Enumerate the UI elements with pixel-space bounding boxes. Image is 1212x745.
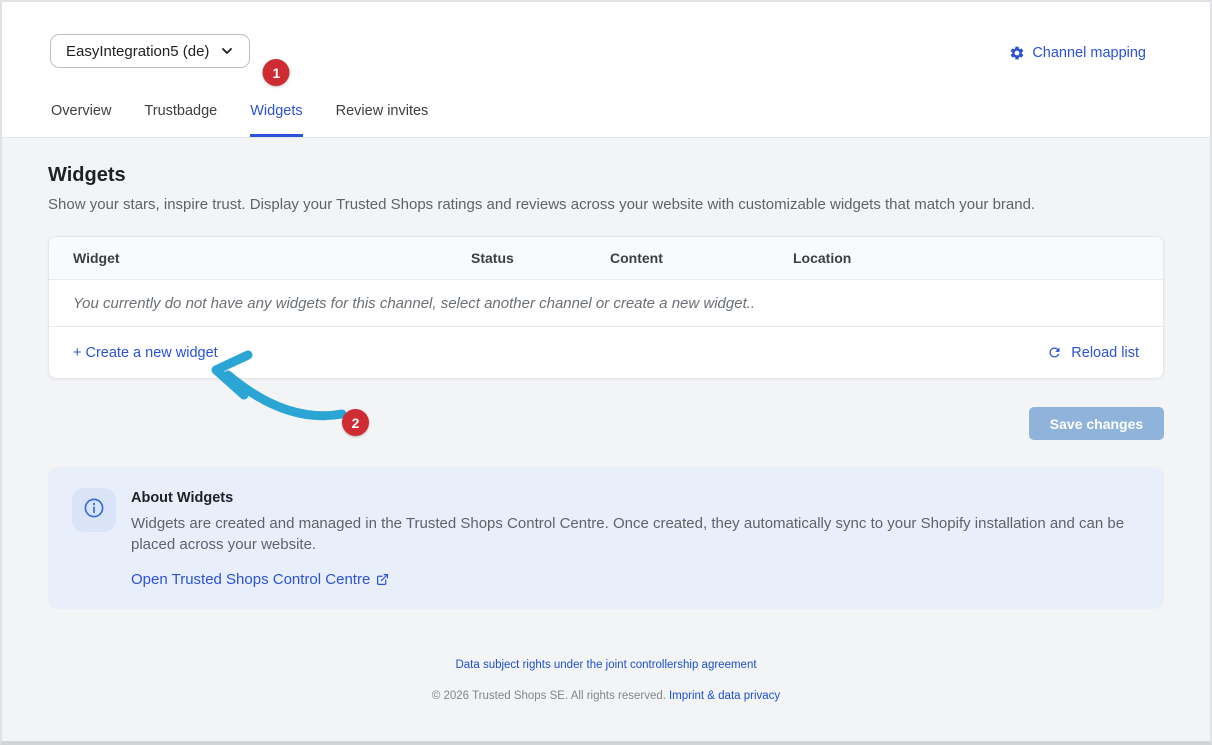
copyright-line: © 2026 Trusted Shops SE. All rights rese…	[48, 690, 1164, 702]
info-box-title: About Widgets	[131, 488, 1131, 506]
tab-overview[interactable]: Overview	[51, 103, 111, 137]
table-empty-state: You currently do not have any widgets fo…	[49, 280, 1163, 327]
about-widgets-info-box: About Widgets Widgets are created and ma…	[48, 467, 1164, 609]
data-subject-rights-link[interactable]: Data subject rights under the joint cont…	[455, 659, 756, 671]
channel-mapping-link[interactable]: Channel mapping	[1009, 45, 1146, 61]
header-top-row: EasyIntegration5 (de) Channel mapping	[2, 2, 1210, 68]
column-header-content: Content	[610, 250, 793, 266]
channel-selector-dropdown[interactable]: EasyIntegration5 (de)	[50, 34, 250, 68]
reload-list-label: Reload list	[1071, 345, 1139, 361]
external-link-icon	[376, 572, 389, 586]
reload-icon	[1047, 345, 1062, 360]
widgets-table-card: Widget Status Content Location You curre…	[48, 236, 1164, 379]
tab-bar: Overview Trustbadge Widgets 1 Review inv…	[2, 103, 1210, 137]
open-control-centre-label: Open Trusted Shops Control Centre	[131, 571, 370, 588]
tab-overview-label: Overview	[51, 103, 111, 119]
info-icon-chip	[72, 488, 116, 532]
copyright-text: © 2026 Trusted Shops SE. All rights rese…	[432, 690, 666, 702]
page-footer: Data subject rights under the joint cont…	[48, 609, 1164, 702]
tab-trustbadge[interactable]: Trustbadge	[144, 103, 217, 137]
channel-mapping-label: Channel mapping	[1032, 45, 1146, 61]
gear-icon	[1009, 45, 1025, 61]
app-window: EasyIntegration5 (de) Channel mapping Ov…	[0, 0, 1212, 745]
info-box-content: About Widgets Widgets are created and ma…	[131, 488, 1131, 589]
table-action-row: + Create a new widget Reload list	[49, 327, 1163, 378]
open-control-centre-link[interactable]: Open Trusted Shops Control Centre	[131, 571, 389, 588]
app-header: EasyIntegration5 (de) Channel mapping Ov…	[2, 2, 1210, 138]
table-header-row: Widget Status Content Location	[49, 237, 1163, 280]
column-header-widget: Widget	[73, 250, 471, 266]
info-box-text: Widgets are created and managed in the T…	[131, 513, 1131, 556]
save-changes-button[interactable]: Save changes	[1029, 407, 1164, 440]
chevron-down-icon	[219, 43, 235, 59]
imprint-privacy-link[interactable]: Imprint & data privacy	[669, 690, 780, 702]
save-row: Save changes	[48, 407, 1164, 440]
reload-list-link[interactable]: Reload list	[1047, 345, 1139, 361]
column-header-status: Status	[471, 250, 610, 266]
page-body: Widgets Show your stars, inspire trust. …	[2, 138, 1210, 741]
tab-review-invites[interactable]: Review invites	[336, 103, 429, 137]
tab-review-invites-label: Review invites	[336, 103, 429, 119]
annotation-step-1-badge: 1	[263, 59, 290, 86]
tab-trustbadge-label: Trustbadge	[144, 103, 217, 119]
tab-widgets-label: Widgets	[250, 103, 302, 119]
page-description: Show your stars, inspire trust. Display …	[48, 196, 1164, 213]
info-icon	[82, 496, 106, 525]
column-header-location: Location	[793, 250, 1139, 266]
create-widget-link[interactable]: + Create a new widget	[73, 345, 218, 361]
empty-state-message: You currently do not have any widgets fo…	[73, 295, 755, 312]
page-title: Widgets	[48, 138, 1164, 187]
channel-selector-value: EasyIntegration5 (de)	[66, 43, 209, 60]
tab-widgets[interactable]: Widgets 1	[250, 103, 302, 137]
